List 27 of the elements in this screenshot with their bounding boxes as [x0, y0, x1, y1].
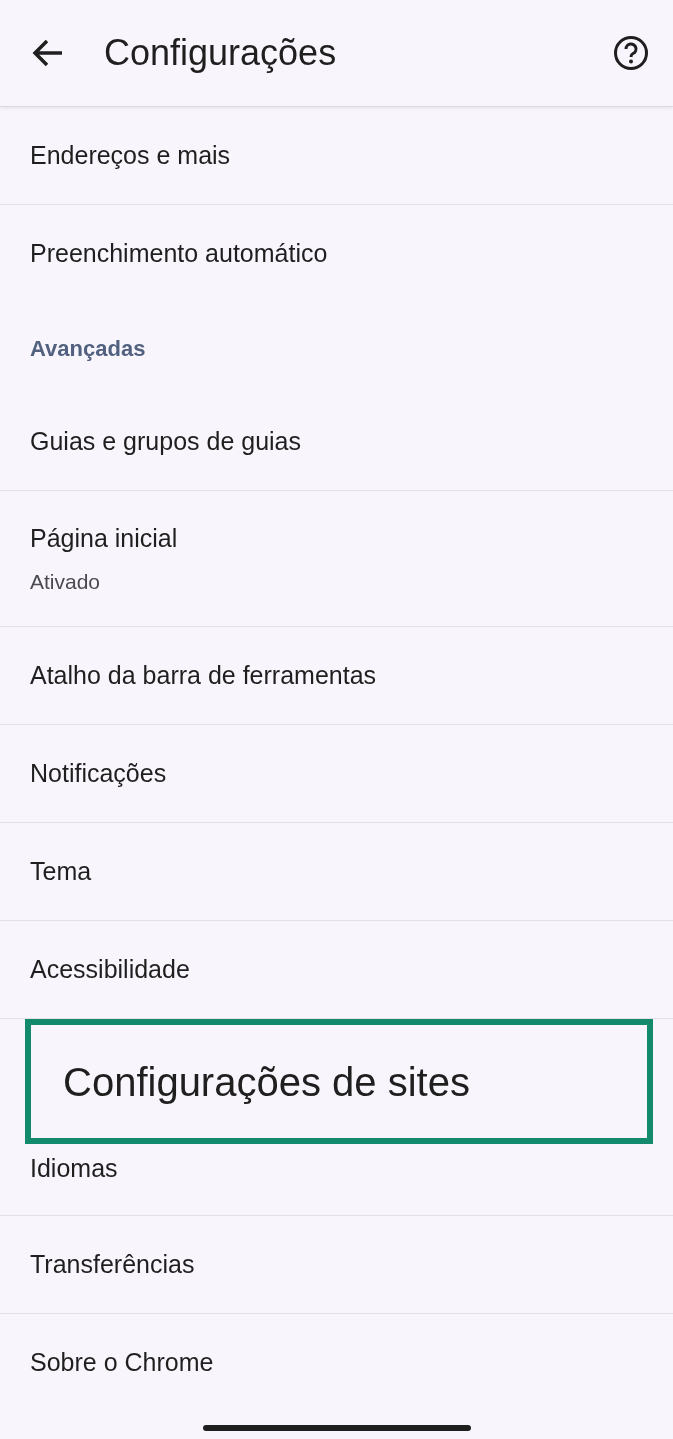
section-header: Avançadas — [30, 334, 146, 363]
item-label: Tema — [30, 855, 93, 887]
page-title: Configurações — [104, 31, 337, 75]
item-label: Transferências — [30, 1248, 196, 1280]
settings-item[interactable]: Tema — [0, 823, 673, 921]
item-label: Página inicial — [30, 523, 179, 554]
settings-item[interactable]: Página inicial Ativado — [0, 491, 673, 627]
settings-item[interactable]: Guias e grupos de guias — [0, 393, 673, 491]
item-label: Acessibilidade — [30, 953, 191, 985]
item-label: Atalho da barra de ferramentas — [30, 659, 378, 691]
settings-item[interactable]: Idiomas — [0, 1144, 673, 1216]
settings-item[interactable]: Preenchimento automático — [0, 205, 673, 303]
item-label: Preenchimento automático — [30, 238, 329, 270]
back-icon[interactable] — [32, 39, 64, 67]
item-label: Guias e grupos de guias — [30, 425, 302, 457]
item-label: Notificações — [30, 757, 168, 789]
settings-item[interactable]: Endereços e mais — [0, 107, 673, 205]
help-icon[interactable] — [613, 35, 649, 71]
item-label: Sobre o Chrome — [30, 1347, 215, 1379]
settings-item[interactable]: Notificações — [0, 725, 673, 823]
highlighted-setting-callout[interactable]: Configurações de sites — [25, 1019, 653, 1144]
item-label: Idiomas — [30, 1153, 119, 1184]
item-label: Endereços e mais — [30, 139, 232, 171]
item-subtitle: Ativado — [30, 568, 102, 595]
settings-item[interactable]: Sobre o Chrome — [0, 1314, 673, 1412]
settings-item[interactable]: Transferências — [0, 1216, 673, 1314]
settings-item[interactable]: Atalho da barra de ferramentas — [0, 627, 673, 725]
